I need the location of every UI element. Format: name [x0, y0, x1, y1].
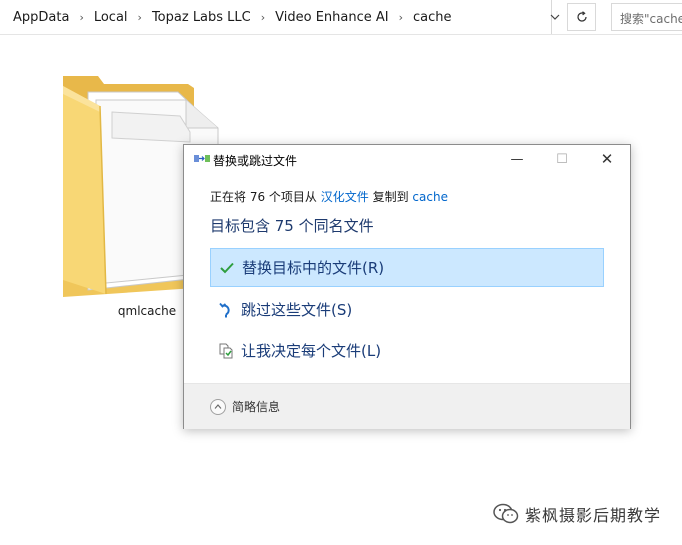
address-bar: AppData › Local › Topaz Labs LLC › Video…	[0, 0, 682, 35]
breadcrumb-video-enhance[interactable]: Video Enhance AI	[273, 10, 390, 25]
breadcrumb-cache[interactable]: cache	[411, 10, 454, 25]
breadcrumb-separator-icon: ›	[79, 10, 84, 24]
source-folder-link[interactable]: 汉化文件	[321, 190, 369, 204]
breadcrumb-local[interactable]: Local	[92, 10, 130, 25]
destination-folder-link[interactable]: cache	[412, 190, 448, 204]
copy-middle: 复制到	[372, 190, 409, 204]
chevron-up-icon	[210, 398, 226, 415]
maximize-button[interactable]: ☐	[539, 145, 585, 173]
fewer-details-button[interactable]: 简略信息	[210, 398, 280, 415]
breadcrumb-appdata[interactable]: AppData	[11, 10, 71, 25]
wechat-icon	[493, 503, 519, 524]
dialog-title: 替换或跳过文件	[213, 154, 298, 168]
watermark-text: 紫枫摄影后期教学	[525, 506, 662, 525]
chevron-down-icon	[550, 14, 560, 20]
conflict-heading: 目标包含 75 个同名文件	[210, 217, 374, 235]
compare-files-icon	[218, 343, 234, 359]
search-input[interactable]: 搜索"cache"	[611, 3, 682, 31]
breadcrumb-topaz[interactable]: Topaz Labs LLC	[150, 10, 253, 25]
decide-each-file-option[interactable]: 让我决定每个文件(L)	[210, 331, 604, 370]
close-button[interactable]: ✕	[584, 145, 630, 173]
skip-files-option[interactable]: 跳过这些文件(S)	[210, 290, 604, 329]
dialog-footer: 简略信息	[184, 384, 630, 429]
replace-files-option[interactable]: 替换目标中的文件(R)	[210, 248, 604, 287]
dialog-titlebar[interactable]: 替换或跳过文件 — ☐ ✕	[184, 145, 630, 173]
skip-arrow-icon	[218, 302, 234, 318]
replace-or-skip-dialog: 替换或跳过文件 — ☐ ✕ 正在将 76 个项目从 汉化文件 复制到 cache…	[183, 144, 631, 429]
breadcrumb-separator-icon: ›	[137, 10, 142, 24]
breadcrumb-separator-icon: ›	[260, 10, 266, 24]
breadcrumb[interactable]: AppData › Local › Topaz Labs LLC › Video…	[0, 0, 552, 34]
file-transfer-icon	[194, 155, 210, 162]
skip-files-label: 跳过这些文件(S)	[241, 301, 353, 319]
breadcrumb-separator-icon: ›	[398, 10, 404, 24]
watermark: 紫枫摄影后期教学	[493, 502, 661, 526]
minimize-button[interactable]: —	[494, 145, 540, 173]
replace-files-label: 替换目标中的文件(R)	[242, 259, 385, 277]
checkmark-icon	[219, 260, 235, 276]
decide-each-file-label: 让我决定每个文件(L)	[241, 342, 382, 360]
address-dropdown-button[interactable]	[543, 0, 567, 34]
refresh-icon	[576, 11, 587, 22]
refresh-button[interactable]	[567, 3, 596, 31]
copy-prefix: 正在将 76 个项目从	[210, 190, 317, 204]
folder-name-label: qmlcache	[117, 304, 177, 318]
copy-status-text: 正在将 76 个项目从 汉化文件 复制到 cache	[210, 188, 448, 205]
fewer-details-label: 简略信息	[232, 400, 281, 414]
